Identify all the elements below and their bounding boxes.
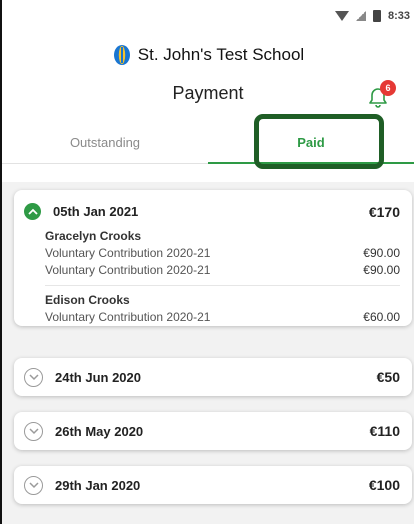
payment-date: 26th May 2020 <box>55 423 144 439</box>
chevron-down-icon[interactable] <box>24 475 43 495</box>
notification-badge: 6 <box>380 80 396 96</box>
line-description: Voluntary Contribution 2020-21 <box>45 263 211 277</box>
payment-card[interactable]: 29th Jan 2020 €100 <box>14 466 412 504</box>
signal-icon <box>355 11 366 21</box>
tab-outstanding[interactable]: Outstanding <box>2 122 208 163</box>
school-header: St. John's Test School <box>2 44 414 66</box>
payer-name: Edison Crooks <box>45 293 130 307</box>
payment-line: Voluntary Contribution 2020-21 €90.00 <box>45 246 400 260</box>
line-amount: €60.00 <box>363 310 400 324</box>
highlight-annotation <box>254 114 384 169</box>
payer-section: Gracelyn Crooks Voluntary Contribution 2… <box>24 229 400 277</box>
wifi-icon <box>334 11 349 21</box>
notifications-button[interactable]: 6 <box>366 80 396 110</box>
payment-date: 24th Jun 2020 <box>55 369 141 385</box>
payment-card[interactable]: 24th Jun 2020 €50 <box>14 358 412 396</box>
payment-card[interactable]: 05th Jan 2021 €170 Gracelyn Crooks Volun… <box>14 190 412 326</box>
payment-date: 29th Jan 2020 <box>55 477 141 493</box>
status-bar: 8:33 <box>2 0 414 34</box>
chevron-down-icon[interactable] <box>24 367 43 387</box>
payer-section: Edison Crooks Voluntary Contribution 202… <box>45 285 400 324</box>
line-description: Voluntary Contribution 2020-21 <box>45 246 211 260</box>
payment-total: €100 <box>368 477 400 493</box>
page-title: Payment <box>172 83 244 103</box>
battery-icon <box>372 10 381 22</box>
chevron-down-icon[interactable] <box>24 421 43 441</box>
payment-total: €110 <box>369 423 400 439</box>
status-icons: 8:33 <box>334 10 410 22</box>
chevron-up-icon[interactable] <box>24 203 41 220</box>
payment-line: Voluntary Contribution 2020-21 €60.00 <box>45 310 400 324</box>
payment-card[interactable]: 26th May 2020 €110 <box>14 412 412 450</box>
payment-card-header[interactable]: 05th Jan 2021 €170 <box>24 203 400 220</box>
payment-total: €170 <box>368 203 400 220</box>
app-screen: 8:33 St. John's Test School Payment 6 Ou… <box>0 0 414 524</box>
line-amount: €90.00 <box>363 263 400 277</box>
payment-list: 05th Jan 2021 €170 Gracelyn Crooks Volun… <box>2 182 414 524</box>
line-amount: €90.00 <box>363 246 400 260</box>
payment-date: 05th Jan 2021 <box>53 204 139 219</box>
payment-line: Voluntary Contribution 2020-21 €90.00 <box>45 263 400 277</box>
payment-total: €50 <box>376 369 400 385</box>
status-time: 8:33 <box>387 10 410 22</box>
payer-name: Gracelyn Crooks <box>45 229 142 243</box>
line-description: Voluntary Contribution 2020-21 <box>45 310 211 324</box>
school-logo-icon <box>113 45 130 65</box>
school-name: St. John's Test School <box>137 45 305 64</box>
